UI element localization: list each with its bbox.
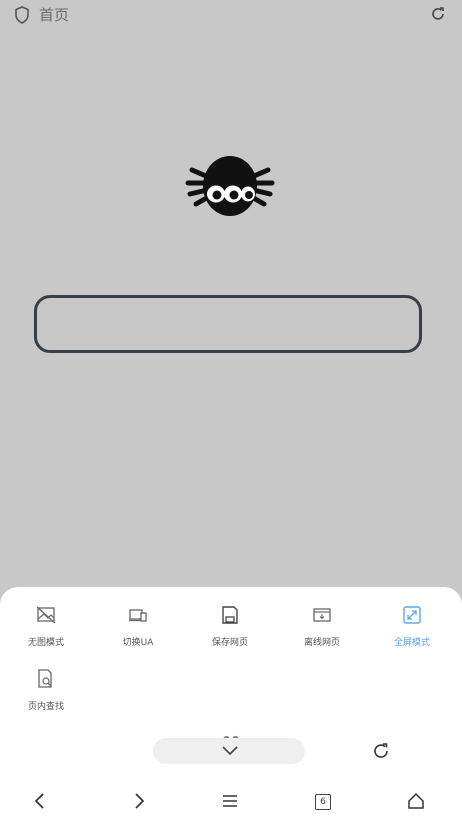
refresh-icon[interactable] xyxy=(372,742,390,760)
menu-label: 离线网页 xyxy=(303,638,340,648)
menu-label: 页内查找 xyxy=(27,702,64,712)
forward-arrow-icon[interactable] xyxy=(129,791,149,811)
menu-fullscreen-mode[interactable]: 全屏模式 xyxy=(366,604,458,648)
offline-page-icon xyxy=(313,608,331,622)
find-in-page-icon xyxy=(38,669,52,688)
menu-icon[interactable] xyxy=(220,791,240,811)
bottom-navigation xyxy=(0,787,462,815)
menu-label: 无图模式 xyxy=(27,638,64,648)
spider-logo xyxy=(185,156,275,216)
home-label[interactable]: 首页 xyxy=(39,4,69,25)
home-icon[interactable] xyxy=(406,791,426,811)
shield-icon[interactable] xyxy=(14,6,30,24)
refresh-icon[interactable] xyxy=(430,6,446,22)
search-box[interactable] xyxy=(34,295,422,353)
collapse-menu-button[interactable] xyxy=(153,738,305,764)
no-image-icon xyxy=(36,606,56,624)
menu-find-in-page[interactable]: 页内查找 xyxy=(0,668,92,712)
menu-switch-ua[interactable]: 切换UA xyxy=(92,604,184,648)
devices-icon xyxy=(129,609,147,622)
menu-offline-page[interactable]: 离线网页 xyxy=(276,604,368,648)
save-page-icon xyxy=(222,606,238,624)
top-bar: 首页 xyxy=(0,0,462,30)
menu-label: 保存网页 xyxy=(211,638,248,648)
menu-label: 全屏模式 xyxy=(393,638,430,648)
menu-save-page[interactable]: 保存网页 xyxy=(184,604,276,648)
tabs-count-button[interactable]: 6 xyxy=(315,794,331,810)
chevron-down-icon xyxy=(222,746,238,756)
back-arrow-icon[interactable] xyxy=(30,791,50,811)
menu-no-image-mode[interactable]: 无图模式 xyxy=(0,604,92,648)
menu-label: 切换UA xyxy=(122,638,154,648)
fullscreen-icon xyxy=(403,606,421,624)
